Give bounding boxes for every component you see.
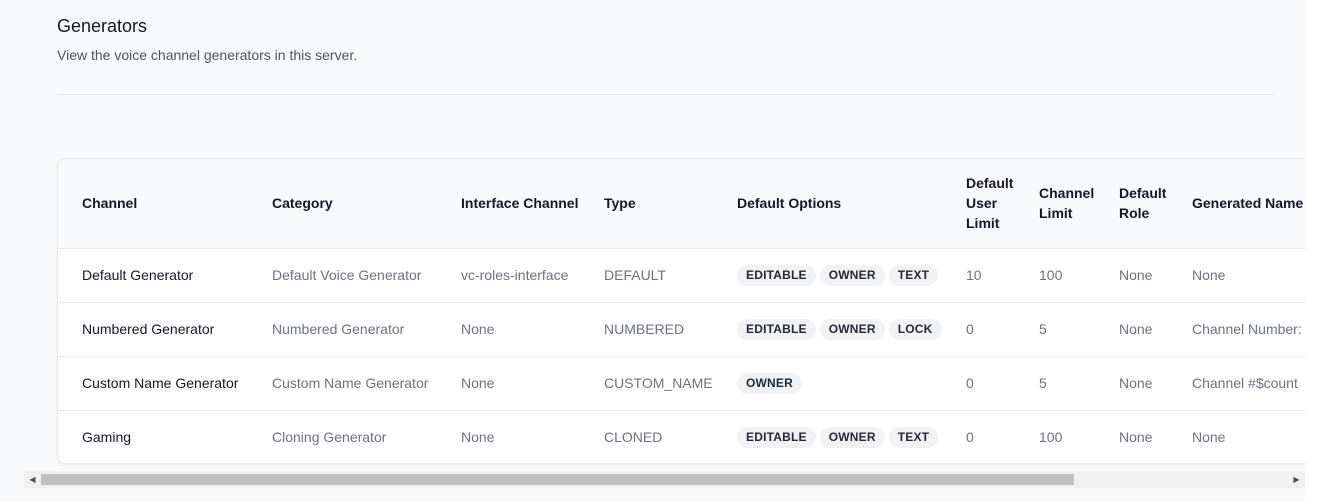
cell-channel-limit: 100: [1039, 267, 1063, 283]
column-header-generated-name: Generated Name: [1168, 159, 1305, 249]
cell-generated-name: None: [1192, 267, 1226, 283]
option-badge: OWNER: [737, 372, 802, 394]
cell-default-role: None: [1095, 355, 1168, 410]
column-header-default-options: Default Options: [713, 159, 942, 249]
option-badge: EDITABLE: [737, 318, 816, 340]
cell-channel-limit: 5: [1015, 355, 1095, 410]
header-divider: [57, 94, 1273, 95]
scrollbar-thumb[interactable]: [41, 474, 1074, 485]
option-badge: OWNER: [819, 426, 885, 448]
generators-table-card: Channel Category Interface Channel Type …: [57, 158, 1305, 464]
column-header-channel: Channel: [58, 159, 248, 249]
cell-generated-name: Channel Number:: [1168, 301, 1305, 356]
cell-category: Numbered Generator: [248, 301, 437, 356]
cell-category: Default Voice Generator: [272, 267, 422, 283]
cell-interface-channel: None: [437, 409, 580, 463]
cell-interface-channel: vc-roles-interface: [461, 267, 569, 283]
table-scroll-area[interactable]: Channel Category Interface Channel Type …: [0, 150, 1305, 470]
cell-default-options: OWNER: [713, 355, 942, 410]
table-row: Custom Name Generator Custom Name Genera…: [58, 355, 1305, 410]
cell-interface-channel: None: [437, 301, 580, 356]
cell-channel: Custom Name Generator: [58, 355, 248, 410]
cell-default-role: None: [1095, 301, 1168, 356]
column-header-type: Type: [580, 159, 713, 249]
horizontal-scrollbar[interactable]: ◀ ▶: [24, 471, 1305, 488]
chevron-left-icon[interactable]: ◀: [24, 471, 41, 488]
cell-category: Cloning Generator: [248, 409, 437, 463]
column-header-channel-limit: Channel Limit: [1015, 159, 1095, 249]
cell-default-role: None: [1119, 267, 1153, 283]
cell-channel: Gaming: [58, 409, 248, 463]
cell-channel: Default Generator: [82, 267, 194, 283]
table-row: Gaming Cloning Generator None CLONED EDI…: [58, 409, 1305, 463]
generators-table: Channel Category Interface Channel Type …: [58, 159, 1305, 463]
cell-default-options: EDITABLE OWNER TEXT: [713, 248, 942, 302]
page-title: Generators: [57, 16, 148, 36]
cell-type: DEFAULT: [604, 267, 666, 283]
table-row: Numbered Generator Numbered Generator No…: [58, 301, 1305, 356]
option-badge: OWNER: [819, 264, 885, 286]
cell-default-role: None: [1095, 409, 1168, 463]
cell-type: CUSTOM_NAME: [580, 355, 713, 410]
table-header-row: Channel Category Interface Channel Type …: [58, 159, 1305, 249]
cell-channel-limit: 5: [1015, 301, 1095, 356]
cell-interface-channel: None: [437, 355, 580, 410]
column-header-interface-channel: Interface Channel: [437, 159, 580, 249]
option-badge: TEXT: [888, 264, 939, 286]
option-badge: EDITABLE: [737, 426, 816, 448]
column-header-default-role: Default Role: [1095, 159, 1168, 249]
option-badge: EDITABLE: [737, 264, 816, 286]
cell-channel-limit: 100: [1015, 409, 1095, 463]
cell-type: NUMBERED: [580, 301, 713, 356]
option-badge: LOCK: [888, 318, 942, 340]
option-badge: OWNER: [819, 318, 885, 340]
option-badge: TEXT: [888, 426, 939, 448]
cell-default-options: EDITABLE OWNER LOCK: [713, 301, 942, 356]
cell-default-user-limit: 10: [966, 267, 982, 283]
cell-default-user-limit: 0: [942, 355, 1015, 410]
column-header-default-user-limit: Default User Limit: [942, 159, 1015, 249]
table-row: Default Generator Default Voice Generato…: [58, 248, 1305, 302]
cell-default-user-limit: 0: [942, 409, 1015, 463]
cell-channel: Numbered Generator: [58, 301, 248, 356]
chevron-right-icon[interactable]: ▶: [1288, 471, 1305, 488]
column-header-category: Category: [248, 159, 437, 249]
cell-category: Custom Name Generator: [248, 355, 437, 410]
page-subtitle: View the voice channel generators in thi…: [57, 47, 358, 63]
cell-generated-name: None: [1168, 409, 1305, 463]
cell-default-user-limit: 0: [942, 301, 1015, 356]
cell-type: CLONED: [580, 409, 713, 463]
cell-generated-name: Channel #$count: [1168, 355, 1305, 410]
cell-default-options: EDITABLE OWNER TEXT: [713, 409, 942, 463]
generators-page: Generators View the voice channel genera…: [0, 0, 1325, 502]
right-gutter: [1305, 0, 1325, 502]
page-header: Generators View the voice channel genera…: [57, 14, 357, 65]
